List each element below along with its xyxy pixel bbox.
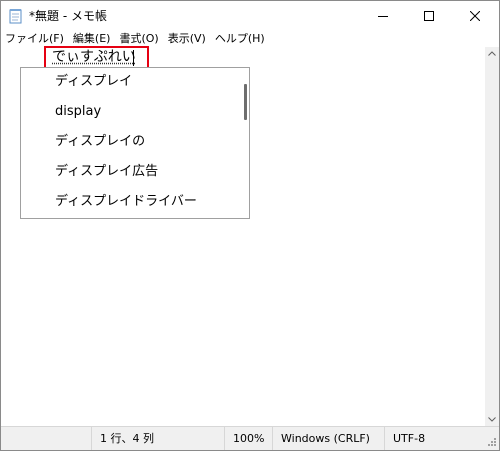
suggestion-item[interactable]: ディスプレイドライバー: [55, 193, 197, 211]
notepad-icon[interactable]: [9, 8, 23, 24]
status-bar: 1 行、4 列 100% Windows (CRLF) UTF-8: [1, 426, 499, 450]
suggestion-item[interactable]: display: [55, 103, 101, 121]
menu-edit[interactable]: 編集(E): [73, 32, 111, 46]
ime-suggestion-list: ディスプレイ display ディスプレイの ディスプレイ広告 ディスプレイドラ…: [20, 67, 250, 219]
scroll-up-icon[interactable]: [488, 51, 496, 56]
notepad-window: *無題 - メモ帳 ファイル(F) 編集(E) 書式(O) 表示(V) ヘルプ(…: [0, 0, 500, 451]
status-encoding: UTF-8: [384, 427, 484, 450]
menu-bar: ファイル(F) 編集(E) 書式(O) 表示(V) ヘルプ(H): [1, 31, 499, 47]
menu-file[interactable]: ファイル(F): [5, 32, 64, 46]
menu-view[interactable]: 表示(V): [168, 32, 206, 46]
title-bar[interactable]: *無題 - メモ帳: [1, 1, 499, 31]
suggestion-scrollbar[interactable]: [244, 84, 247, 120]
status-cursor-position: 1 行、4 列: [91, 427, 224, 450]
status-zoom: 100%: [224, 427, 272, 450]
suggestion-item[interactable]: ディスプレイ広告: [55, 163, 158, 181]
maximize-button[interactable]: [406, 1, 452, 31]
vertical-scrollbar[interactable]: [485, 47, 499, 426]
suggestion-item[interactable]: ディスプレイ: [55, 73, 132, 91]
scroll-down-icon[interactable]: [488, 417, 496, 422]
menu-help[interactable]: ヘルプ(H): [215, 32, 265, 46]
text-editor[interactable]: でぃすぷれい ディスプレイ display ディスプレイの ディスプレイ広告 デ…: [1, 46, 485, 426]
suggestion-item[interactable]: ディスプレイの: [55, 133, 145, 151]
resize-grip-icon[interactable]: [487, 437, 497, 447]
status-line-ending: Windows (CRLF): [272, 427, 384, 450]
maximize-icon: [424, 11, 434, 21]
minimize-icon: [378, 16, 388, 17]
close-button[interactable]: [452, 1, 498, 31]
minimize-button[interactable]: [360, 1, 406, 31]
close-icon: [470, 11, 480, 21]
menu-format[interactable]: 書式(O): [119, 32, 158, 46]
window-title: *無題 - メモ帳: [29, 9, 107, 23]
